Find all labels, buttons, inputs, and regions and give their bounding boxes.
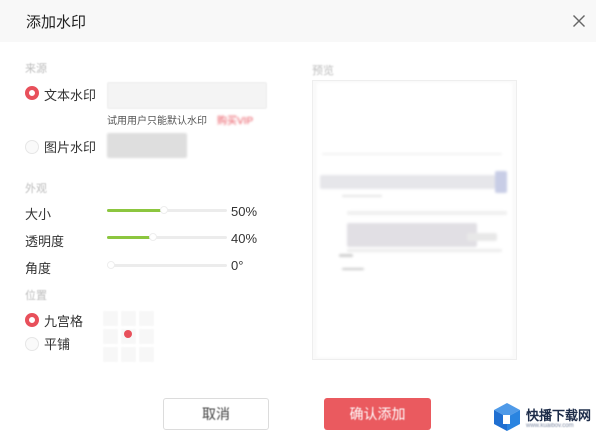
preview-text-block	[320, 175, 495, 189]
opacity-slider-handle[interactable]	[148, 233, 157, 241]
preview-line	[347, 249, 502, 252]
preview-line	[342, 195, 382, 197]
cancel-button-label: 取消	[202, 406, 230, 422]
cancel-button[interactable]: 取消	[163, 398, 269, 430]
trial-hint: 试用用户只能默认水印	[107, 116, 207, 127]
site-logo: 快播下载网 www.kuaibov.com	[490, 399, 594, 439]
size-value: 50%	[231, 204, 258, 219]
preview-line	[342, 268, 364, 270]
cube-logo-icon	[494, 403, 520, 431]
position-cell[interactable]	[103, 347, 118, 362]
appearance-section-heading: 外观	[25, 183, 47, 195]
angle-label: 角度	[25, 261, 52, 276]
size-slider[interactable]	[107, 206, 227, 214]
size-slider-fill	[107, 209, 164, 212]
position-cell[interactable]	[139, 311, 154, 326]
opacity-label: 透明度	[25, 234, 65, 249]
preview-panel	[312, 80, 517, 360]
position-cell[interactable]	[121, 311, 136, 326]
image-watermark-radio[interactable]	[25, 140, 39, 154]
angle-slider[interactable]	[107, 261, 227, 269]
angle-value: 0°	[231, 258, 244, 273]
opacity-slider-fill	[107, 236, 153, 239]
dialog-title: 添加水印	[26, 14, 87, 31]
preview-heading: 预览	[312, 65, 334, 77]
nine-grid-radio[interactable]	[25, 313, 39, 327]
preview-document	[317, 83, 512, 357]
position-section-heading: 位置	[25, 290, 47, 302]
opacity-slider[interactable]	[107, 233, 227, 241]
brand-url: www.kuaibov.com	[526, 423, 574, 429]
size-label: 大小	[25, 207, 52, 222]
buy-vip-link[interactable]: 购买VIP	[217, 112, 253, 127]
size-slider-handle[interactable]	[160, 206, 168, 214]
close-icon[interactable]	[568, 10, 590, 32]
confirm-add-button-label: 确认添加	[349, 406, 406, 422]
nine-grid-label: 九宫格	[44, 314, 84, 329]
tile-label: 平铺	[44, 337, 71, 352]
position-cell[interactable]	[103, 329, 118, 344]
image-watermark-label: 图片水印	[44, 140, 97, 155]
watermark-text-input[interactable]	[107, 82, 267, 109]
preview-image-block	[495, 171, 507, 193]
position-cell[interactable]	[103, 311, 118, 326]
angle-slider-handle[interactable]	[107, 261, 115, 269]
preview-line	[322, 153, 502, 155]
preview-line	[467, 233, 497, 241]
selected-position-marker	[124, 330, 132, 338]
tile-radio[interactable]	[25, 337, 39, 351]
position-cell[interactable]	[121, 347, 136, 362]
brand-name: 快播下载网	[526, 408, 592, 423]
preview-line	[347, 211, 507, 215]
opacity-value: 40%	[231, 231, 258, 246]
image-upload-button[interactable]	[107, 133, 187, 158]
preview-text-block	[347, 223, 477, 247]
confirm-add-button[interactable]: 确认添加	[324, 398, 431, 430]
text-watermark-radio[interactable]	[25, 86, 39, 100]
position-cell[interactable]	[139, 347, 154, 362]
position-cell[interactable]	[139, 329, 154, 344]
dialog-titlebar: 添加水印	[0, 0, 596, 42]
text-watermark-label: 文本水印	[44, 88, 97, 103]
content-section-heading: 来源	[25, 63, 47, 75]
preview-line	[339, 254, 353, 257]
